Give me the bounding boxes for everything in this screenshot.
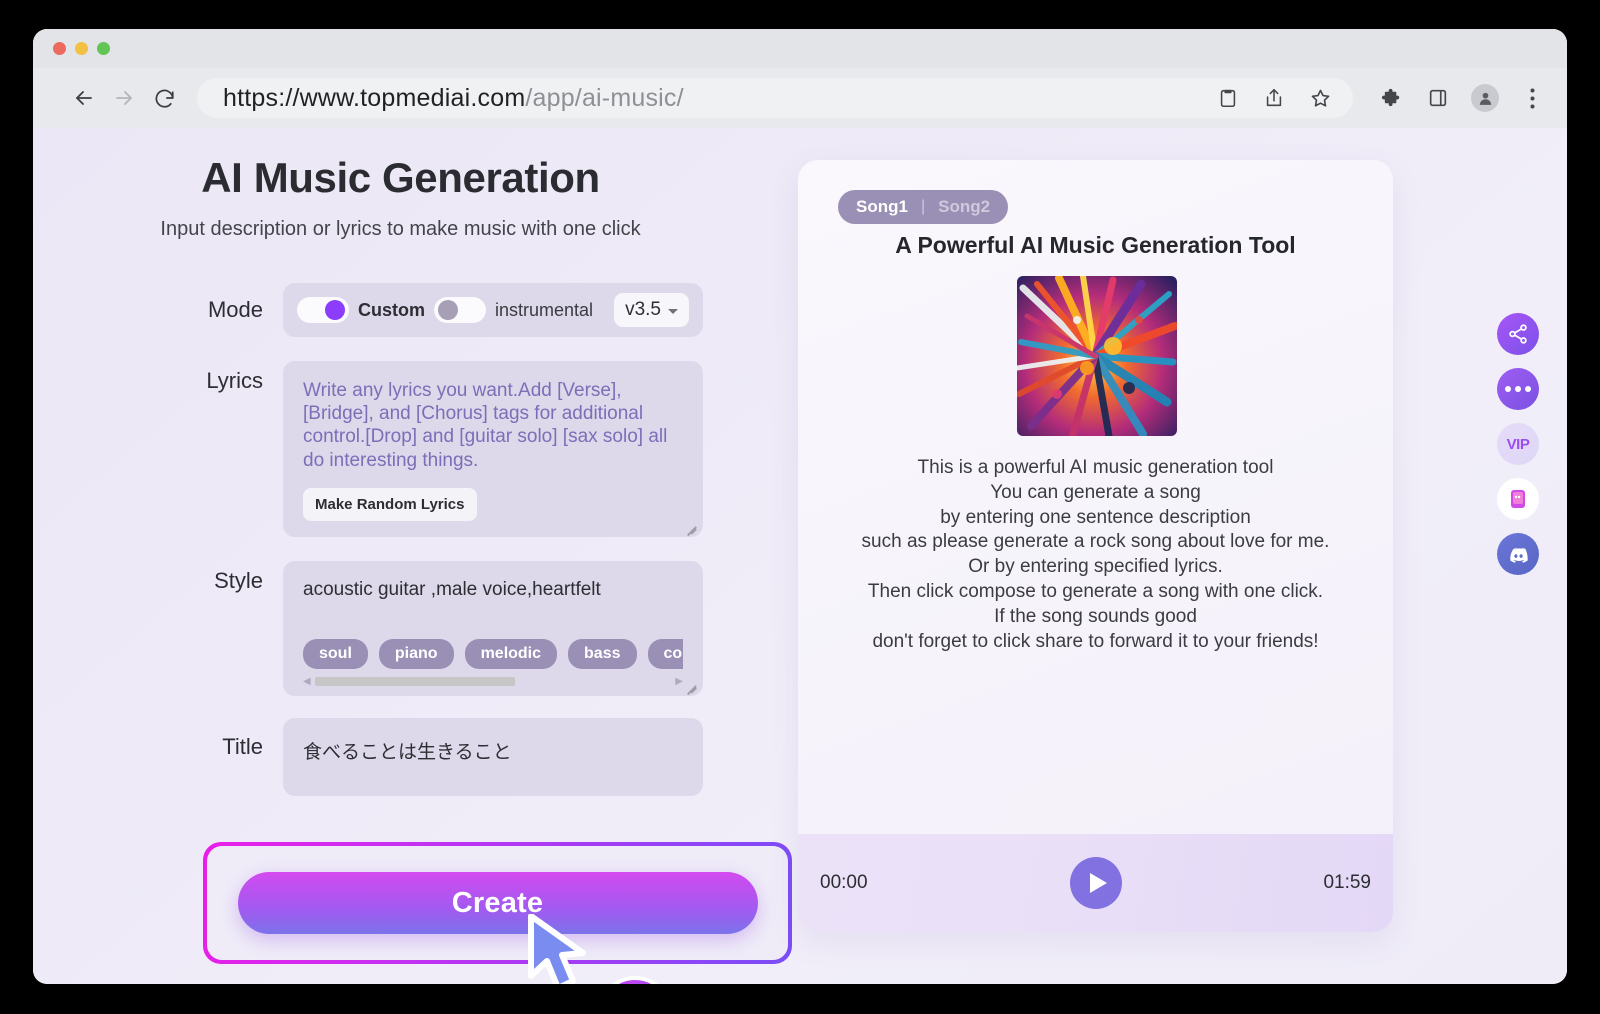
back-arrow-icon[interactable] xyxy=(67,81,101,115)
mouse-cursor-icon xyxy=(528,914,586,984)
audio-player: 00:00 01:59 xyxy=(798,834,1393,932)
title-input[interactable]: 食べることは生きること xyxy=(283,717,703,796)
song-preview-panel: Song1 | Song2 A Powerful AI Music Genera… xyxy=(798,160,1393,932)
scroll-left-icon[interactable]: ◀ xyxy=(303,676,311,686)
album-art-image xyxy=(1017,276,1177,436)
title-value: 食べることは生きること xyxy=(303,741,512,763)
vip-label: VIP xyxy=(1506,435,1530,453)
more-icon[interactable] xyxy=(1497,368,1539,410)
description-line: You can generate a song xyxy=(990,481,1201,503)
lyrics-placeholder: Write any lyrics you want.Add [Verse], [… xyxy=(303,380,668,471)
mode-label: Mode xyxy=(207,297,263,322)
title-label: Title xyxy=(222,733,263,759)
tab-song2[interactable]: Song2 xyxy=(938,197,990,217)
url-domain: https://www.topmediai.com xyxy=(223,83,526,112)
description-line: by entering one sentence description xyxy=(940,506,1251,528)
app-icon[interactable] xyxy=(1497,478,1539,520)
puzzle-piece-icon[interactable] xyxy=(1379,85,1405,111)
current-time: 00:00 xyxy=(820,872,868,893)
model-version-select[interactable]: v3.5 xyxy=(614,293,689,327)
clipboard-icon[interactable] xyxy=(1215,85,1241,111)
description-line: don't forget to click share to forward i… xyxy=(872,630,1319,652)
custom-mode-label: Custom xyxy=(358,299,425,320)
style-input[interactable]: acoustic guitar ,male voice,heartfelt so… xyxy=(283,560,703,696)
maximize-window-button[interactable] xyxy=(97,42,110,55)
address-bar[interactable]: https://www.topmediai.com/app/ai-music/ xyxy=(197,78,1353,118)
tab-song1[interactable]: Song1 xyxy=(856,197,908,217)
create-button[interactable]: Create xyxy=(237,872,758,934)
title-row: Title 食べることは生きること xyxy=(33,717,768,796)
scroll-right-icon[interactable]: ▶ xyxy=(675,676,683,686)
description-line: This is a powerful AI music generation t… xyxy=(917,457,1274,478)
lyrics-resize-handle[interactable] xyxy=(684,518,697,536)
create-button-highlight: Create xyxy=(203,842,792,964)
model-version-value: v3.5 xyxy=(625,299,661,320)
style-tag-list[interactable]: soul piano melodic bass country hard roc… xyxy=(303,638,683,669)
window-titlebar xyxy=(33,29,1567,68)
style-value: acoustic guitar ,male voice,heartfelt xyxy=(303,578,601,600)
description-line: If the song sounds good xyxy=(994,605,1197,627)
style-row: Style acoustic guitar ,male voice,heartf… xyxy=(33,560,768,696)
vip-icon[interactable]: VIP xyxy=(1497,423,1539,465)
side-panel-icon[interactable] xyxy=(1425,85,1451,111)
three-dot-menu-icon[interactable] xyxy=(1519,85,1545,111)
style-tag-scrollbar[interactable]: ◀ ▶ xyxy=(303,676,683,686)
lyrics-label: Lyrics xyxy=(206,368,263,393)
style-tag[interactable]: piano xyxy=(378,638,454,669)
style-tag[interactable]: bass xyxy=(568,638,637,669)
make-random-lyrics-button[interactable]: Make Random Lyrics xyxy=(303,487,477,521)
tab-separator: | xyxy=(920,198,926,215)
style-tag[interactable]: melodic xyxy=(464,638,558,669)
lyrics-row: Lyrics Write any lyrics you want.Add [Ve… xyxy=(33,361,768,537)
generation-form: AI Music Generation Input description or… xyxy=(33,128,768,796)
lyrics-input[interactable]: Write any lyrics you want.Add [Verse], [… xyxy=(283,361,703,537)
url-path: /app/ai-music/ xyxy=(525,83,684,112)
description-line: such as please generate a rock song abou… xyxy=(861,531,1330,553)
chevron-down-icon xyxy=(668,309,678,314)
song-description: This is a powerful AI music generation t… xyxy=(798,456,1393,654)
play-icon xyxy=(1089,873,1107,893)
style-label: Style xyxy=(214,567,263,593)
discord-icon[interactable] xyxy=(1497,533,1539,575)
forward-arrow-icon[interactable] xyxy=(107,81,141,115)
mode-field: Custom instrumental v3.5 xyxy=(283,283,703,337)
style-tag[interactable]: soul xyxy=(303,638,368,669)
mode-row: Mode Custom instrumental v3.5 xyxy=(33,283,768,337)
song-tabs: Song1 | Song2 xyxy=(838,190,1009,224)
page-content: AI Music Generation Input description or… xyxy=(33,128,1567,984)
instrumental-toggle[interactable] xyxy=(434,297,486,323)
browser-toolbar: https://www.topmediai.com/app/ai-music/ xyxy=(33,68,1567,128)
close-window-button[interactable] xyxy=(53,42,66,55)
step-badge: 3 xyxy=(598,976,672,984)
instrumental-label: instrumental xyxy=(495,299,594,320)
reload-icon[interactable] xyxy=(147,81,181,115)
share-icon[interactable] xyxy=(1261,85,1287,111)
style-resize-handle[interactable] xyxy=(684,677,697,695)
share-icon[interactable] xyxy=(1497,313,1539,355)
scrollbar-thumb[interactable] xyxy=(315,676,515,686)
browser-window: https://www.topmediai.com/app/ai-music/ xyxy=(33,29,1567,984)
profile-avatar-icon[interactable] xyxy=(1471,84,1499,112)
style-tag[interactable]: country xyxy=(647,638,683,669)
description-line: Then click compose to generate a song wi… xyxy=(867,580,1324,602)
song-title: A Powerful AI Music Generation Tool xyxy=(895,232,1296,258)
total-time: 01:59 xyxy=(1323,872,1371,893)
floating-action-rail: VIP xyxy=(1497,313,1539,575)
custom-mode-toggle[interactable] xyxy=(297,297,349,323)
star-icon[interactable] xyxy=(1307,85,1333,111)
minimize-window-button[interactable] xyxy=(75,42,88,55)
description-line: Or by entering specified lyrics. xyxy=(968,556,1223,578)
page-subtitle: Input description or lyrics to make musi… xyxy=(160,218,641,240)
play-button[interactable] xyxy=(1069,857,1122,909)
page-title: AI Music Generation xyxy=(201,154,600,201)
